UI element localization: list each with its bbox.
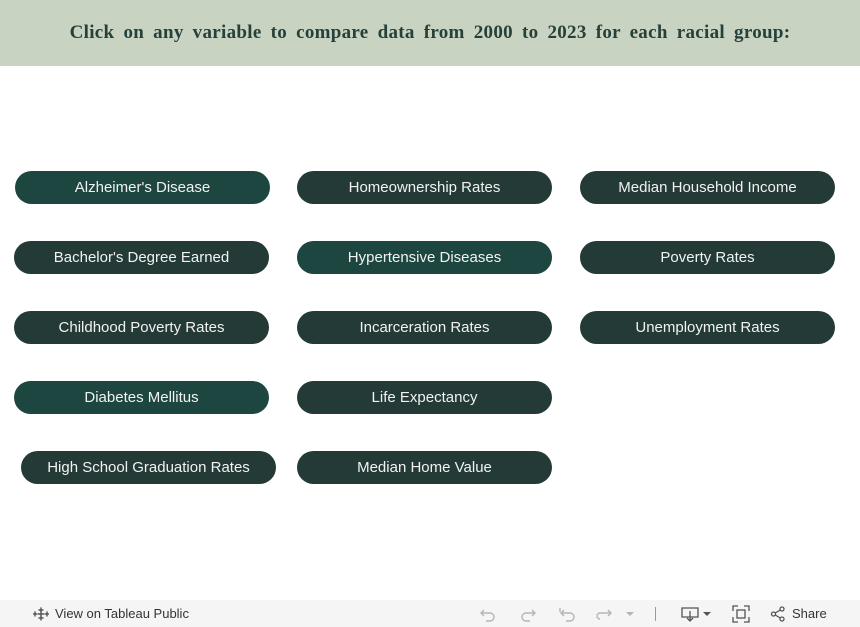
redo-icon bbox=[521, 609, 536, 622]
median-home-value-button[interactable]: Median Home Value bbox=[297, 451, 552, 484]
header-banner: Click on any variable to compare data fr… bbox=[0, 0, 860, 66]
poverty-rates-button[interactable]: Poverty Rates bbox=[580, 241, 835, 274]
revert-icon bbox=[559, 607, 575, 622]
refresh-button[interactable] bbox=[595, 600, 613, 627]
alzheimers-disease-button[interactable]: Alzheimer's Disease bbox=[15, 171, 270, 204]
median-household-income-button[interactable]: Median Household Income bbox=[580, 171, 835, 204]
view-on-tableau-link[interactable]: View on Tableau Public bbox=[33, 600, 189, 627]
refresh-icon bbox=[596, 609, 612, 620]
chevron-down-icon bbox=[703, 611, 711, 616]
bachelors-degree-button[interactable]: Bachelor's Degree Earned bbox=[14, 241, 269, 274]
hypertensive-diseases-button[interactable]: Hypertensive Diseases bbox=[297, 241, 552, 274]
share-label: Share bbox=[792, 606, 827, 621]
childhood-poverty-rates-button[interactable]: Childhood Poverty Rates bbox=[14, 311, 269, 344]
incarceration-rates-button[interactable]: Incarceration Rates bbox=[297, 311, 552, 344]
high-school-graduation-button[interactable]: High School Graduation Rates bbox=[21, 451, 276, 484]
view-on-tableau-label: View on Tableau Public bbox=[55, 606, 189, 621]
life-expectancy-button[interactable]: Life Expectancy bbox=[297, 381, 552, 414]
redo-button[interactable] bbox=[519, 600, 537, 627]
chevron-down-icon bbox=[626, 611, 634, 616]
share-icon bbox=[770, 605, 785, 622]
undo-icon bbox=[480, 609, 495, 622]
download-icon bbox=[681, 606, 699, 622]
unemployment-rates-button[interactable]: Unemployment Rates bbox=[580, 311, 835, 344]
fullscreen-icon bbox=[732, 604, 750, 623]
revert-button[interactable] bbox=[558, 600, 576, 627]
page-title: Click on any variable to compare data fr… bbox=[69, 22, 791, 43]
diabetes-mellitus-button[interactable]: Diabetes Mellitus bbox=[14, 381, 269, 414]
share-button[interactable]: Share bbox=[770, 600, 827, 627]
download-button[interactable] bbox=[681, 600, 712, 627]
pause-menu-button[interactable] bbox=[625, 600, 635, 627]
tableau-logo-icon bbox=[33, 606, 49, 621]
tableau-toolbar: View on Tableau Public Share bbox=[0, 600, 860, 627]
undo-button[interactable] bbox=[479, 600, 497, 627]
fullscreen-button[interactable] bbox=[732, 600, 750, 627]
toolbar-divider bbox=[655, 607, 656, 621]
homeownership-rates-button[interactable]: Homeownership Rates bbox=[297, 171, 552, 204]
